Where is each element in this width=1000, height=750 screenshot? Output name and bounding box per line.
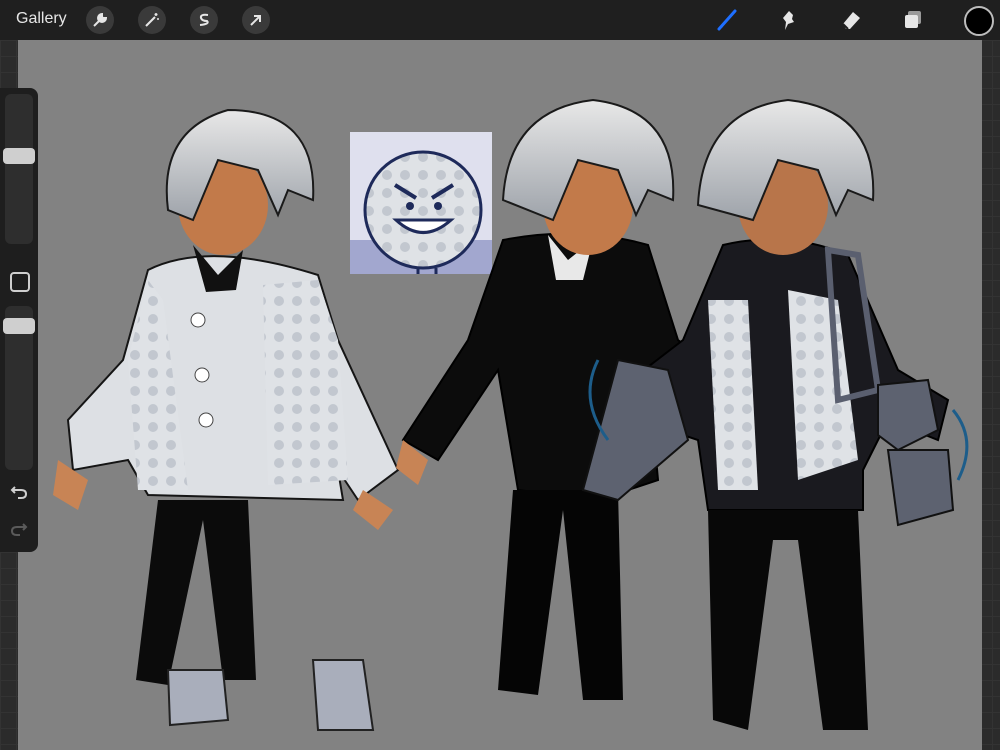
eraser-tool-button[interactable] xyxy=(836,6,866,34)
artwork xyxy=(53,98,969,731)
magic-wand-icon xyxy=(144,12,160,28)
selection-s-icon xyxy=(196,12,212,28)
modify-square-icon[interactable] xyxy=(10,272,30,292)
layers-icon xyxy=(901,8,925,32)
wrench-icon xyxy=(92,12,108,28)
left-sidebar xyxy=(0,88,38,552)
golf-ball-reference xyxy=(350,132,492,274)
undo-icon xyxy=(10,484,28,500)
brush-tool-button[interactable] xyxy=(712,6,742,34)
redo-button[interactable] xyxy=(6,518,32,540)
top-toolbar: Gallery xyxy=(0,0,1000,40)
brush-size-slider[interactable] xyxy=(5,94,33,244)
actions-button[interactable] xyxy=(86,6,114,34)
drawing-canvas[interactable] xyxy=(18,40,982,750)
color-picker-button[interactable] xyxy=(964,6,994,36)
smudge-icon xyxy=(777,8,801,32)
adjustments-button[interactable] xyxy=(138,6,166,34)
layers-button[interactable] xyxy=(898,6,928,34)
brush-icon xyxy=(715,8,739,32)
brush-size-thumb[interactable] xyxy=(3,147,35,164)
selection-button[interactable] xyxy=(190,6,218,34)
gallery-button[interactable]: Gallery xyxy=(16,10,67,28)
character-cardigan xyxy=(53,108,400,731)
arrow-cursor-icon xyxy=(248,12,264,28)
smudge-tool-button[interactable] xyxy=(774,6,804,34)
eraser-icon xyxy=(839,8,863,32)
undo-button[interactable] xyxy=(6,481,32,503)
opacity-thumb[interactable] xyxy=(3,317,35,334)
redo-icon xyxy=(10,521,28,537)
transform-button[interactable] xyxy=(242,6,270,34)
